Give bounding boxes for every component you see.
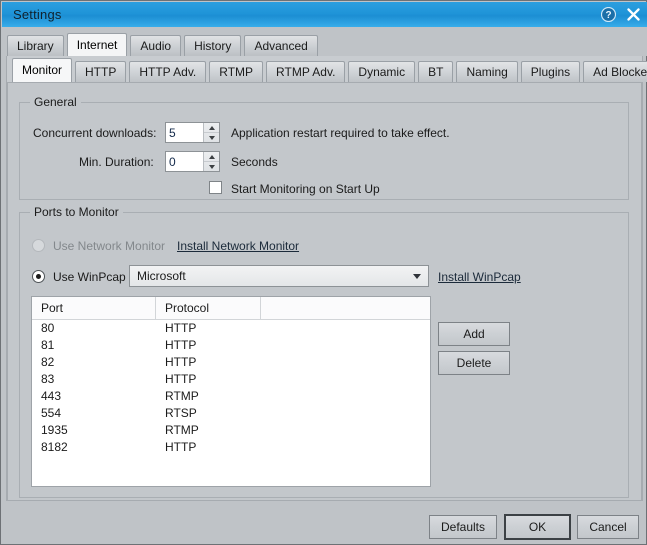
tab-http[interactable]: HTTP xyxy=(75,61,127,82)
concurrent-downloads-down-icon[interactable] xyxy=(204,133,219,142)
table-row[interactable]: 81 HTTP xyxy=(32,337,430,354)
tab-monitor[interactable]: Monitor xyxy=(12,58,73,82)
tab-audio[interactable]: Audio xyxy=(130,35,182,56)
cell-extra xyxy=(261,422,430,439)
cell-port: 83 xyxy=(41,372,55,386)
cell-extra xyxy=(261,337,430,354)
tab-history[interactable]: History xyxy=(184,35,242,56)
tab-http-adv[interactable]: HTTP Adv. xyxy=(129,61,207,82)
cell-port: 82 xyxy=(41,355,55,369)
concurrent-downloads-stepper[interactable] xyxy=(165,122,220,143)
table-row[interactable]: 554 RTSP xyxy=(32,405,430,422)
window-title: Settings xyxy=(13,7,62,22)
use-network-monitor-label: Use Network Monitor xyxy=(53,239,166,253)
min-duration-label: Min. Duration: xyxy=(79,155,154,169)
tab-library[interactable]: Library xyxy=(7,35,64,56)
winpcap-adapter-value: Microsoft xyxy=(137,269,186,283)
cell-port: 554 xyxy=(41,406,62,420)
cell-extra xyxy=(261,439,430,456)
tab-advanced[interactable]: Advanced xyxy=(244,35,318,56)
cell-protocol: HTTP xyxy=(165,321,197,335)
cell-port: 1935 xyxy=(41,423,68,437)
winpcap-adapter-select[interactable]: Microsoft xyxy=(129,265,429,287)
min-duration-stepper[interactable] xyxy=(165,151,220,172)
min-duration-input[interactable] xyxy=(166,152,203,171)
concurrent-downloads-input[interactable] xyxy=(166,123,203,142)
delete-button[interactable]: Delete xyxy=(438,351,510,375)
table-row[interactable]: 443 RTMP xyxy=(32,388,430,405)
cell-protocol: RTMP xyxy=(165,423,199,437)
tab-rtmp-adv[interactable]: RTMP Adv. xyxy=(266,61,346,82)
close-icon[interactable] xyxy=(626,7,641,22)
cancel-button[interactable]: Cancel xyxy=(577,515,639,539)
primary-tab-bar: Library Internet Audio History Advanced xyxy=(2,27,647,56)
cell-port: 80 xyxy=(41,321,55,335)
tab-rtmp[interactable]: RTMP xyxy=(209,61,264,82)
general-group-legend: General xyxy=(30,95,81,109)
cell-protocol: HTTP xyxy=(165,440,197,454)
cell-protocol: HTTP xyxy=(165,355,197,369)
cell-extra xyxy=(261,354,430,371)
install-winpcap-link[interactable]: Install WinPcap xyxy=(438,270,521,284)
tab-dynamic[interactable]: Dynamic xyxy=(348,61,416,82)
min-duration-unit-label: Seconds xyxy=(231,155,278,169)
table-row[interactable]: 82 HTTP xyxy=(32,354,430,371)
cell-protocol: HTTP xyxy=(165,372,197,386)
cell-port: 8182 xyxy=(41,440,68,454)
help-icon[interactable]: ? xyxy=(601,7,616,22)
cell-extra xyxy=(261,405,430,422)
table-row[interactable]: 8182 HTTP xyxy=(32,439,430,456)
settings-dialog: Settings ? Library Internet Audio Histor… xyxy=(0,0,647,545)
cell-port: 81 xyxy=(41,338,55,352)
restart-hint-text: Application restart required to take eff… xyxy=(231,126,450,140)
table-row[interactable]: 83 HTTP xyxy=(32,371,430,388)
concurrent-downloads-up-icon[interactable] xyxy=(204,123,219,133)
window-controls: ? xyxy=(601,2,641,27)
ports-group-legend: Ports to Monitor xyxy=(30,205,123,219)
add-button[interactable]: Add xyxy=(438,322,510,346)
column-header-extra[interactable] xyxy=(261,297,430,319)
cell-protocol: RTSP xyxy=(165,406,197,420)
use-winpcap-radio[interactable] xyxy=(32,270,45,283)
install-network-monitor-link[interactable]: Install Network Monitor xyxy=(177,239,299,253)
tab-internet[interactable]: Internet xyxy=(66,33,128,56)
ports-table-body: 80 HTTP 81 HTTP 82 HTTP 83 HTTP 443 RTMP… xyxy=(32,320,430,456)
column-header-port[interactable]: Port xyxy=(32,297,156,319)
ok-button[interactable]: OK xyxy=(504,514,571,540)
ports-table[interactable]: Port Protocol 80 HTTP 81 HTTP 82 HTTP 83 xyxy=(31,296,431,487)
use-network-monitor-radio[interactable] xyxy=(32,239,45,252)
cell-extra xyxy=(261,320,430,337)
tab-plugins[interactable]: Plugins xyxy=(520,61,581,82)
tab-ad-blocker[interactable]: Ad Blocker xyxy=(583,61,647,82)
secondary-tab-bar: Monitor HTTP HTTP Adv. RTMP RTMP Adv. Dy… xyxy=(6,56,647,82)
cell-protocol: RTMP xyxy=(165,389,199,403)
column-header-protocol[interactable]: Protocol xyxy=(156,297,261,319)
tab-bt[interactable]: BT xyxy=(418,61,454,82)
concurrent-downloads-arrows[interactable] xyxy=(203,123,219,142)
start-monitoring-label: Start Monitoring on Start Up xyxy=(231,182,380,196)
min-duration-arrows[interactable] xyxy=(203,152,219,171)
title-bar: Settings ? xyxy=(2,2,647,27)
min-duration-down-icon[interactable] xyxy=(204,162,219,171)
cell-port: 443 xyxy=(41,389,62,403)
cell-extra xyxy=(261,388,430,405)
defaults-button[interactable]: Defaults xyxy=(429,515,497,539)
ports-table-header: Port Protocol xyxy=(32,297,430,320)
concurrent-downloads-label: Concurrent downloads: xyxy=(33,126,157,140)
min-duration-up-icon[interactable] xyxy=(204,152,219,162)
cell-protocol: HTTP xyxy=(165,338,197,352)
chevron-down-icon[interactable] xyxy=(406,273,428,279)
table-row[interactable]: 1935 RTMP xyxy=(32,422,430,439)
svg-text:?: ? xyxy=(605,10,611,21)
tab-naming[interactable]: Naming xyxy=(456,61,518,82)
start-monitoring-checkbox[interactable] xyxy=(209,181,222,194)
cell-extra xyxy=(261,371,430,388)
use-winpcap-label: Use WinPcap xyxy=(53,270,126,284)
table-row[interactable]: 80 HTTP xyxy=(32,320,430,337)
